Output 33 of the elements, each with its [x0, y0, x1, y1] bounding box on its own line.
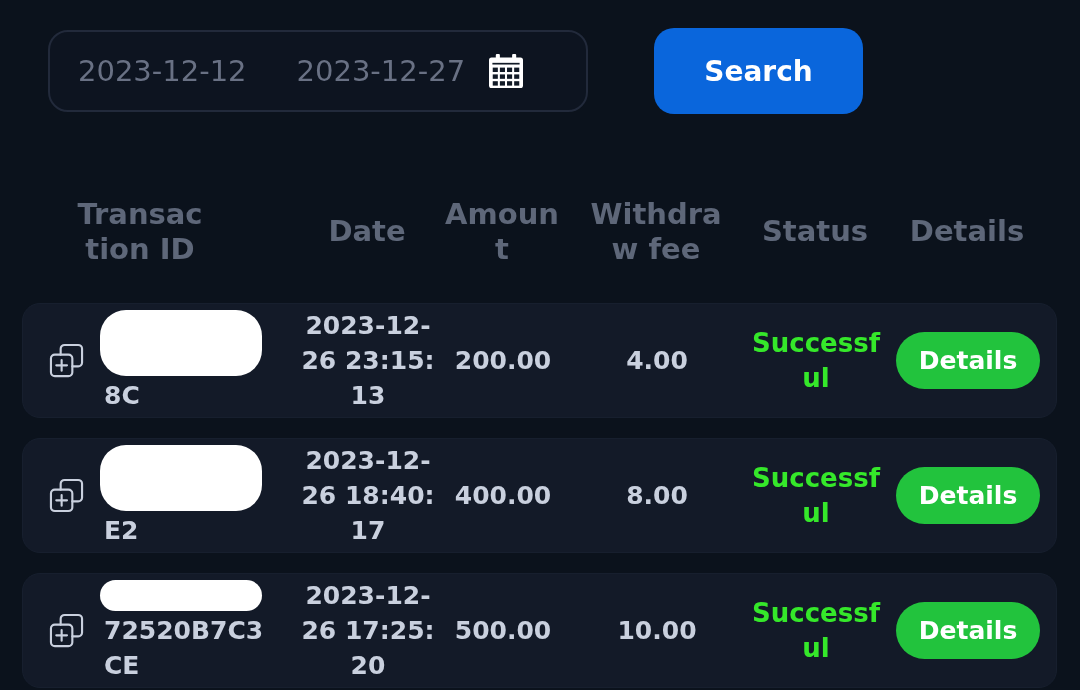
end-date[interactable]: 2023-12-27: [296, 54, 466, 88]
amount-cell-text: 200.00: [454, 345, 552, 377]
start-date[interactable]: 2023-12-12: [78, 54, 247, 88]
details-button[interactable]: Details: [896, 602, 1040, 659]
status-text: Successf ul: [752, 326, 880, 395]
status-text: Successf ul: [752, 461, 880, 530]
details-button[interactable]: Details: [896, 332, 1040, 389]
status-text: Successf ul: [752, 596, 880, 665]
fee-cell-text: 4.00: [626, 345, 688, 377]
fee-cell-text: 10.00: [617, 615, 697, 647]
column-header: Transac tion ID: [77, 196, 203, 267]
amount-cell-text: 500.00: [454, 615, 552, 647]
copy-icon[interactable]: [49, 343, 84, 378]
transaction-id-text: E2: [104, 515, 139, 547]
fee-cell-text: 8.00: [626, 480, 688, 512]
details-button[interactable]: Details: [896, 467, 1040, 524]
search-button[interactable]: Search: [654, 28, 863, 114]
transaction-id-text: 72520B7C3: [104, 615, 264, 647]
column-header: Details: [909, 214, 1025, 249]
date-cell-text: 2023-12- 26 23:15: 13: [301, 310, 435, 412]
column-header: Withdra w fee: [590, 196, 722, 267]
copy-icon[interactable]: [49, 613, 84, 648]
calendar-icon[interactable]: [489, 54, 524, 88]
copy-icon[interactable]: [49, 478, 84, 513]
column-header: Date: [328, 214, 406, 249]
column-header: Status: [761, 214, 869, 249]
date-cell-text: 2023-12- 26 18:40: 17: [301, 445, 435, 547]
transaction-id-text: 8C: [104, 380, 140, 412]
transaction-id-text: CE: [104, 650, 140, 682]
column-header: Amoun t: [445, 196, 559, 267]
amount-cell-text: 400.00: [454, 480, 552, 512]
date-range-field[interactable]: 2023-12-12 2023-12-27: [48, 30, 588, 112]
date-cell-text: 2023-12- 26 17:25: 20: [301, 580, 435, 682]
